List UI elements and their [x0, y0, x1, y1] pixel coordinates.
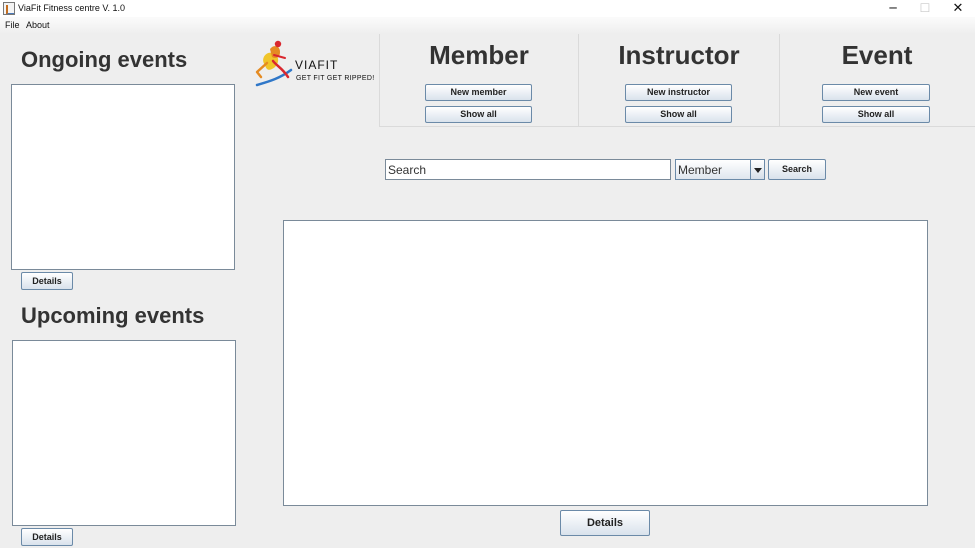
new-event-button[interactable]: New event [822, 84, 930, 101]
category-select-value: Member [678, 163, 723, 177]
new-member-button[interactable]: New member [425, 84, 532, 101]
show-all-instructors-button[interactable]: Show all [625, 106, 732, 123]
upcoming-events-list[interactable] [12, 340, 236, 526]
menu-about[interactable]: About [26, 19, 50, 31]
instructor-title: Instructor [618, 40, 740, 70]
close-icon[interactable]: ✕ [942, 0, 974, 17]
ongoing-details-button[interactable]: Details [21, 272, 73, 290]
event-title: Event [841, 40, 913, 70]
upcoming-events-title: Upcoming events [21, 303, 205, 328]
runner-logo-icon [255, 40, 293, 87]
chevron-down-icon[interactable] [750, 160, 764, 179]
ongoing-events-title: Ongoing events [21, 47, 188, 72]
upcoming-details-button[interactable]: Details [21, 528, 73, 546]
minimize-icon[interactable]: ─ [877, 0, 909, 17]
title-bar: ViaFit Fitness centre V. 1.0 ─ ☐ ✕ [0, 0, 975, 17]
menu-bar: File About [0, 17, 975, 34]
new-instructor-button[interactable]: New instructor [625, 84, 732, 101]
main-details-button[interactable]: Details [560, 510, 650, 536]
search-button[interactable]: Search [768, 159, 826, 180]
viafit-logo: VIAFIT GET FIT GET RIPPED! [243, 39, 375, 89]
maximize-icon[interactable]: ☐ [909, 0, 941, 17]
show-all-events-button[interactable]: Show all [822, 106, 930, 123]
results-table[interactable] [283, 220, 928, 506]
app-icon [3, 2, 15, 15]
search-input[interactable] [385, 159, 671, 180]
logo-tagline: GET FIT GET RIPPED! [296, 75, 375, 82]
window-title: ViaFit Fitness centre V. 1.0 [18, 3, 126, 13]
category-select[interactable]: Member [675, 159, 765, 180]
ongoing-events-list[interactable] [11, 84, 235, 270]
member-title: Member [429, 40, 529, 70]
menu-file[interactable]: File [5, 19, 20, 31]
show-all-members-button[interactable]: Show all [425, 106, 532, 123]
logo-brand: VIAFIT [295, 58, 339, 72]
